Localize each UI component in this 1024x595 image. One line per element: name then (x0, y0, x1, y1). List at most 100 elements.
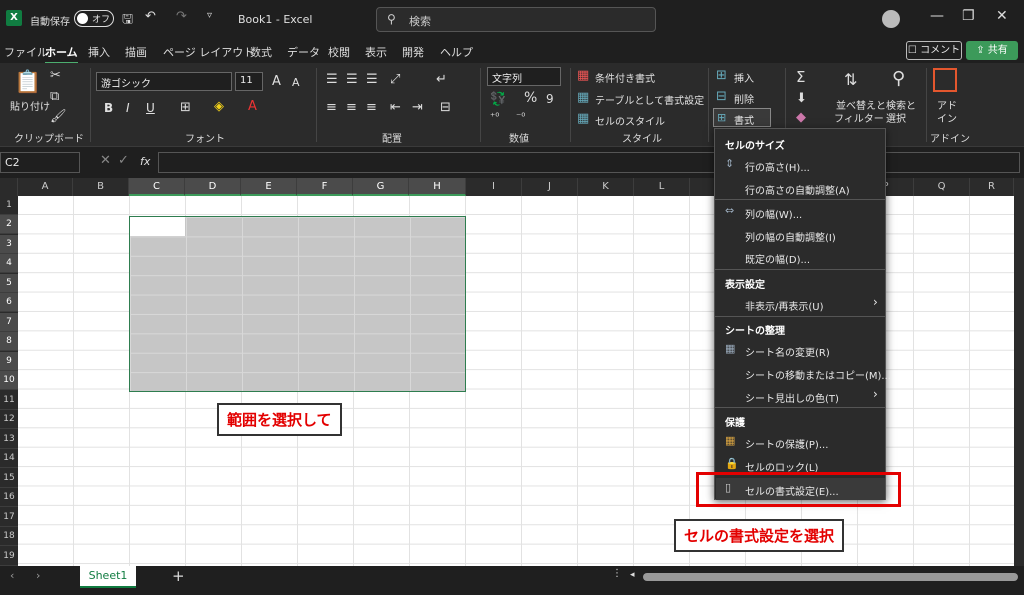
row-header[interactable]: 19 (0, 547, 18, 566)
row-header[interactable]: 6 (0, 293, 18, 312)
column-header[interactable]: G (353, 178, 409, 196)
sheet-tab-sheet1[interactable]: Sheet1 (80, 566, 136, 588)
customize-qat-icon[interactable]: ▿ (207, 10, 212, 21)
row-header[interactable]: 5 (0, 274, 18, 293)
row-header[interactable]: 13 (0, 430, 18, 449)
redo-icon[interactable]: ↷ (176, 9, 187, 24)
menu-item-column-width[interactable]: 列の幅(W)... (745, 206, 802, 221)
clear-icon[interactable]: ◆ (796, 110, 806, 125)
row-header[interactable]: 12 (0, 410, 18, 429)
tab-data[interactable]: データ (287, 44, 320, 60)
tab-draw[interactable]: 描画 (125, 44, 147, 60)
menu-item-hide-unhide[interactable]: 非表示/再表示(U) (745, 298, 824, 313)
merge-cells-icon[interactable]: ⊟ (440, 100, 451, 115)
column-header[interactable]: C (129, 178, 185, 196)
fill-icon[interactable]: ⬇ (796, 91, 807, 106)
menu-item-autofit-row[interactable]: 行の高さの自動調整(A) (745, 182, 850, 197)
percent-icon[interactable]: % (524, 90, 537, 106)
tab-page-layout[interactable]: ページ レイアウト (163, 44, 254, 60)
addins-label2[interactable]: イン (937, 110, 957, 125)
align-bottom-icon[interactable]: ☰ (366, 72, 378, 87)
align-left-icon[interactable]: ≡ (326, 100, 337, 115)
accounting-format-icon[interactable]: 💱 (490, 92, 506, 107)
tab-developer[interactable]: 開発 (402, 44, 424, 60)
row-header[interactable]: 9 (0, 352, 18, 371)
close-icon[interactable]: ✕ (996, 8, 1008, 24)
cancel-icon[interactable]: ✕ (100, 153, 111, 168)
minimize-icon[interactable]: — (930, 8, 944, 24)
column-header[interactable]: H (409, 178, 466, 196)
orientation-icon[interactable]: ⤢ (390, 72, 400, 87)
row-header[interactable]: 3 (0, 235, 18, 254)
cell-styles-button[interactable]: セルのスタイル (595, 113, 665, 128)
tab-formulas[interactable]: 数式 (250, 44, 272, 60)
column-header[interactable]: K (578, 178, 634, 196)
align-middle-icon[interactable]: ☰ (346, 72, 358, 87)
search-box[interactable]: ⚲ 検索 (376, 7, 656, 32)
insert-cells-button[interactable]: 挿入 (734, 70, 754, 85)
increase-decimal-icon[interactable]: ⁺⁰ (490, 112, 499, 123)
comment-button[interactable]: ☐ コメント (906, 41, 962, 60)
copy-icon[interactable]: ⧉ (50, 89, 59, 104)
comma-style-icon[interactable]: 9 (546, 92, 554, 106)
select-label[interactable]: 選択 (886, 110, 906, 125)
formula-input[interactable] (158, 152, 1020, 173)
fill-color-icon[interactable]: ◈ (214, 99, 224, 114)
paste-label[interactable]: 貼り付け (10, 98, 50, 113)
autosum-icon[interactable]: Σ (796, 68, 805, 86)
addins-icon[interactable] (933, 68, 957, 92)
select-all-corner[interactable] (0, 178, 18, 196)
active-cell[interactable] (130, 217, 185, 236)
column-header[interactable]: B (73, 178, 129, 196)
autosave-toggle[interactable]: オフ (74, 10, 114, 27)
selected-range[interactable] (129, 216, 466, 392)
row-header[interactable]: 7 (0, 313, 18, 332)
decrease-indent-icon[interactable]: ⇤ (390, 100, 401, 115)
paste-icon[interactable]: 📋 (14, 70, 41, 95)
tab-home[interactable]: ホーム (45, 44, 78, 64)
italic-button[interactable]: I (126, 101, 130, 115)
row-header[interactable]: 11 (0, 391, 18, 410)
align-top-icon[interactable]: ☰ (326, 72, 338, 87)
number-format-select[interactable]: 文字列 (487, 67, 561, 86)
shrink-font-button[interactable]: A (292, 76, 300, 89)
prev-sheet-icon[interactable]: ‹ (10, 569, 14, 582)
tab-insert[interactable]: 挿入 (88, 44, 110, 60)
column-header[interactable]: R (970, 178, 1014, 196)
column-header[interactable]: I (466, 178, 522, 196)
save-icon[interactable]: 🖫 (122, 10, 133, 32)
column-header[interactable]: D (185, 178, 241, 196)
font-name-select[interactable]: 游ゴシック (96, 72, 232, 91)
wrap-text-icon[interactable]: ↵ (436, 72, 447, 87)
tab-review[interactable]: 校閲 (328, 44, 350, 60)
row-header[interactable]: 8 (0, 332, 18, 351)
vertical-scrollbar[interactable] (1014, 196, 1024, 566)
align-center-icon[interactable]: ≡ (346, 100, 357, 115)
menu-item-tab-color[interactable]: シート見出しの色(T) (745, 390, 839, 405)
insert-function-button[interactable]: fx (140, 155, 150, 168)
row-header[interactable]: 14 (0, 449, 18, 468)
column-header[interactable]: L (634, 178, 690, 196)
increase-indent-icon[interactable]: ⇥ (412, 100, 423, 115)
column-header[interactable]: Q (914, 178, 970, 196)
column-header[interactable]: J (522, 178, 578, 196)
horizontal-scrollbar[interactable] (643, 573, 1018, 581)
row-header[interactable]: 10 (0, 371, 18, 390)
underline-button[interactable]: U (146, 101, 155, 115)
row-header[interactable]: 1 (0, 196, 18, 215)
borders-icon[interactable]: ⊞ (180, 100, 191, 115)
format-button[interactable]: ⊞ 書式 (713, 108, 771, 127)
enter-icon[interactable]: ✓ (118, 153, 129, 168)
undo-icon[interactable]: ↶ (145, 9, 156, 24)
tab-view[interactable]: 表示 (365, 44, 387, 60)
scroll-left-icon[interactable]: ◂ (630, 570, 635, 580)
bold-button[interactable]: B (104, 101, 113, 115)
name-box[interactable]: C2 (0, 152, 80, 173)
row-header[interactable]: 4 (0, 254, 18, 273)
conditional-formatting-button[interactable]: 条件付き書式 (595, 70, 655, 85)
row-header[interactable]: 16 (0, 488, 18, 507)
tab-help[interactable]: ヘルプ (440, 44, 473, 60)
menu-item-autofit-column[interactable]: 列の幅の自動調整(I) (745, 229, 836, 244)
font-color-icon[interactable]: A (248, 99, 257, 114)
menu-item-move-copy[interactable]: シートの移動またはコピー(M)... (745, 367, 891, 382)
